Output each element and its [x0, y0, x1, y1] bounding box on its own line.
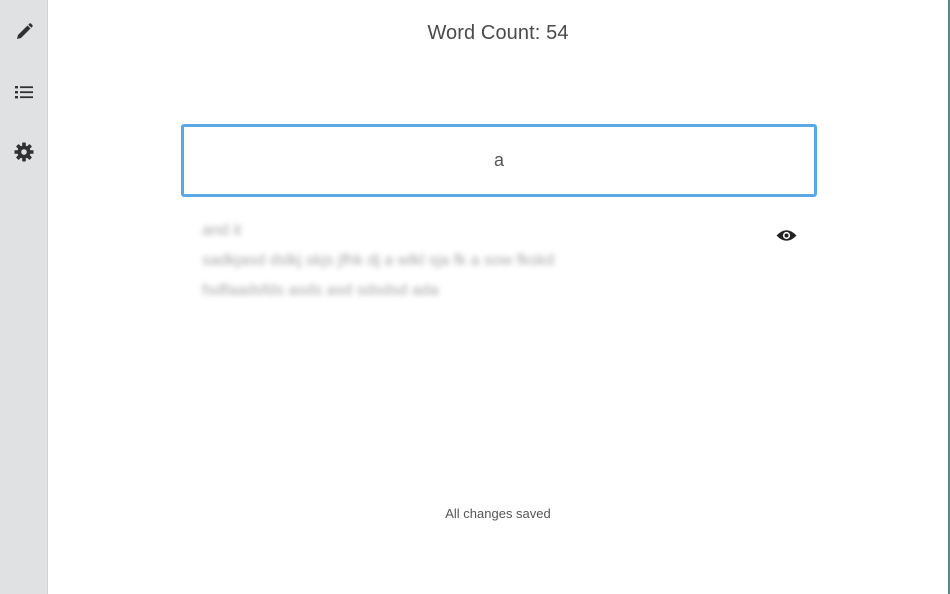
word-count: Word Count: 54	[427, 22, 569, 44]
gear-icon	[14, 142, 34, 162]
list-icon	[15, 84, 33, 100]
preview-line: fsdfaadsfds asds asd sdsdsd ada	[202, 282, 439, 299]
sidebar	[0, 0, 48, 594]
pencil-icon	[14, 22, 34, 42]
blurred-preview: and it sadkjasd dslkj skjs jfhk dj a wlk…	[202, 216, 722, 306]
text-input[interactable]	[181, 124, 817, 197]
save-status: All changes saved	[445, 506, 551, 521]
toggle-visibility-button[interactable]	[775, 229, 797, 247]
eye-icon	[776, 229, 797, 247]
preview-line: and it	[202, 222, 242, 239]
sidebar-item-list[interactable]	[0, 70, 48, 114]
preview-line: sadkjasd dslkj skjs jfhk dj a wlkl sja f…	[202, 252, 555, 269]
sidebar-item-settings[interactable]	[0, 130, 48, 174]
sidebar-item-write[interactable]	[0, 10, 48, 54]
